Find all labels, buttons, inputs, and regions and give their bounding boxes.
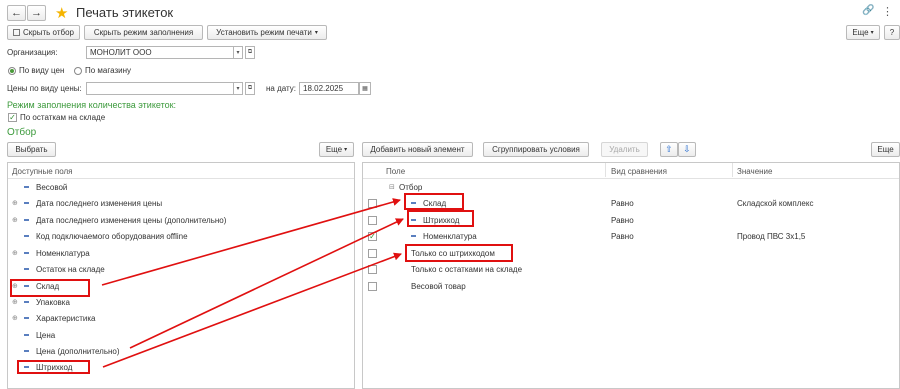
arrow-only-barcode bbox=[102, 252, 402, 368]
arrow-warehouse bbox=[101, 198, 401, 286]
annotation-arrows bbox=[101, 198, 404, 368]
